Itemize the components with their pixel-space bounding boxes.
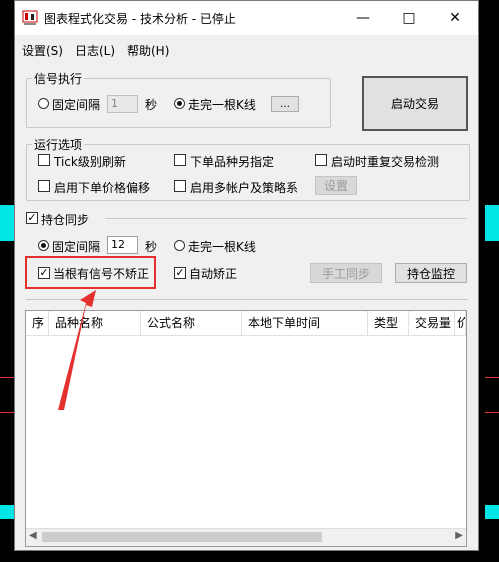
run-options-title: 运行选项	[32, 136, 85, 153]
auto-correct-label: 自动矫正	[189, 267, 238, 281]
column-header-volume[interactable]: 交易量	[409, 311, 455, 335]
multi-account-settings-button[interactable]: 设置	[315, 176, 357, 195]
price-offset-checkbox[interactable]	[38, 180, 50, 192]
table-header: 序 品种名称 公式名称 本地下单时间 类型 交易量 价	[26, 311, 466, 336]
orders-table[interactable]: 序 品种名称 公式名称 本地下单时间 类型 交易量 价 ◀ ▶	[25, 310, 467, 547]
signal-bar-label: 走完一根K线	[188, 98, 256, 112]
signal-more-button[interactable]: …	[271, 96, 299, 112]
startup-duplicate-check-checkbox[interactable]	[315, 154, 327, 166]
menu-log[interactable]: 日志(L)	[75, 42, 115, 59]
column-header-price[interactable]: 价	[455, 311, 466, 335]
signal-fixed-interval-label: 固定间隔	[52, 98, 101, 112]
manual-sync-button[interactable]: 手工同步	[310, 263, 382, 283]
auto-correct-checkbox[interactable]: ✓	[174, 267, 186, 279]
minimize-button[interactable]: —	[340, 1, 386, 35]
sync-fixed-interval-radio[interactable]	[38, 240, 49, 251]
menu-help[interactable]: 帮助(H)	[127, 42, 169, 59]
column-header-formula[interactable]: 公式名称	[141, 311, 242, 335]
highlight-box	[25, 256, 156, 289]
close-button[interactable]: ✕	[432, 1, 478, 35]
maximize-icon: □	[402, 10, 416, 26]
position-monitor-button[interactable]: 持仓监控	[395, 263, 467, 283]
start-trading-button[interactable]: 启动交易	[362, 76, 468, 131]
tick-refresh-label: Tick级别刷新	[54, 155, 126, 169]
close-icon: ✕	[449, 10, 461, 26]
signal-fixed-interval-radio[interactable]	[38, 98, 49, 109]
table-divider	[26, 299, 468, 300]
position-sync-divider	[105, 218, 467, 219]
horizontal-scrollbar[interactable]: ◀ ▶	[26, 528, 466, 546]
position-sync-checkbox[interactable]: ✓	[26, 212, 38, 224]
order-symbol-label: 下单品种另指定	[190, 155, 275, 169]
sync-interval-input[interactable]: 12	[107, 236, 138, 254]
sync-fixed-interval-label: 固定间隔	[52, 240, 101, 254]
column-header-type[interactable]: 类型	[368, 311, 409, 335]
title-bar: 图表程式化交易 - 技术分析 - 已停止 — □ ✕	[15, 1, 478, 35]
column-header-order-time[interactable]: 本地下单时间	[242, 311, 368, 335]
signal-seconds-label: 秒	[145, 98, 158, 112]
scroll-left-icon[interactable]: ◀	[29, 530, 37, 541]
order-symbol-checkbox[interactable]	[174, 154, 186, 166]
maximize-button[interactable]: □	[386, 1, 432, 35]
scroll-right-icon[interactable]: ▶	[455, 530, 463, 541]
tick-refresh-checkbox[interactable]	[38, 154, 50, 166]
minimize-icon: —	[356, 10, 370, 26]
multi-account-label: 启用多帐户及策略系	[190, 181, 299, 195]
price-offset-label: 启用下单价格偏移	[54, 181, 151, 195]
column-header-index[interactable]: 序	[26, 311, 49, 335]
position-sync-label: 持仓同步	[41, 213, 90, 227]
sync-bar-label: 走完一根K线	[188, 240, 256, 254]
column-header-symbol[interactable]: 品种名称	[49, 311, 141, 335]
signal-exec-title: 信号执行	[32, 70, 85, 87]
startup-duplicate-check-label: 启动时重复交易检测	[331, 155, 440, 169]
menu-settings[interactable]: 设置(S)	[22, 42, 63, 59]
multi-account-checkbox[interactable]	[174, 180, 186, 192]
signal-bar-radio[interactable]	[174, 98, 185, 109]
sync-seconds-label: 秒	[145, 240, 158, 254]
window-title: 图表程式化交易 - 技术分析 - 已停止	[44, 12, 236, 26]
sync-bar-radio[interactable]	[174, 240, 185, 251]
signal-interval-input[interactable]: 1	[107, 95, 138, 113]
menu-bar: 设置(S) 日志(L) 帮助(H)	[15, 39, 478, 59]
app-logo-icon	[22, 10, 38, 25]
scrollbar-thumb[interactable]	[42, 532, 322, 542]
